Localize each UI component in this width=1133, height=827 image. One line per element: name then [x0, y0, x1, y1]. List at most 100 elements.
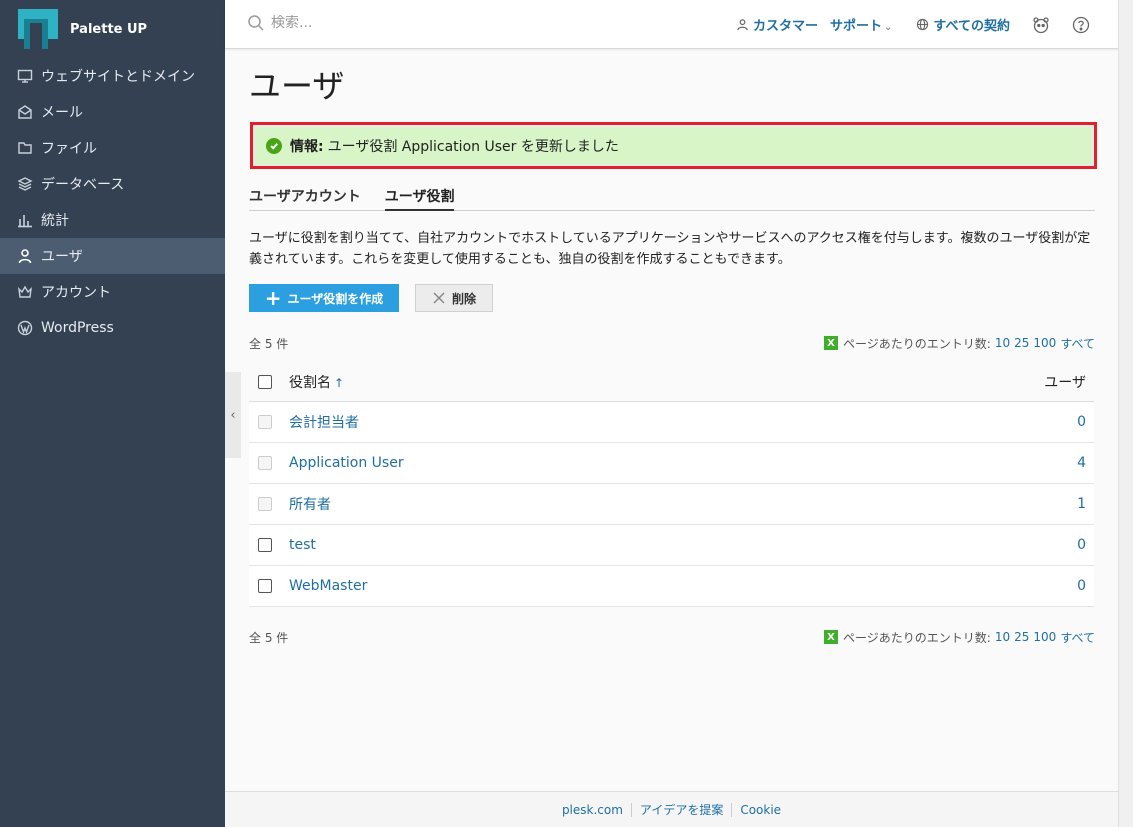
- per-page-option[interactable]: 100: [1033, 630, 1056, 644]
- footer-link-ideas[interactable]: アイデアを提案: [632, 801, 731, 818]
- database-icon: [17, 176, 33, 192]
- user-count-link[interactable]: 0: [1077, 537, 1086, 553]
- delete-label: 削除: [451, 291, 476, 306]
- row-checkbox: [258, 497, 272, 511]
- info-message-label: 情報:: [290, 138, 324, 155]
- role-link[interactable]: 会計担当者: [289, 415, 359, 431]
- per-page-option[interactable]: 10: [995, 336, 1010, 350]
- create-role-label: ユーザ役割を作成: [287, 291, 384, 306]
- search: [247, 14, 471, 32]
- sidebar-item-label: メール: [41, 105, 83, 121]
- sidebar-item-label: データベース: [41, 177, 125, 193]
- table-row: 所有者 1: [249, 484, 1094, 525]
- select-all-checkbox[interactable]: [258, 374, 272, 389]
- sidebar-item-label: ユーザ: [41, 249, 83, 265]
- user-count-link[interactable]: 0: [1077, 414, 1086, 430]
- row-checkbox: [258, 456, 272, 470]
- sidebar-item-files[interactable]: ファイル: [0, 130, 225, 166]
- description: ユーザに役割を割り当てて、自社アカウントでホストしているアプリケーションやサービ…: [249, 231, 1091, 267]
- sidebar-item-label: WordPress: [41, 320, 114, 336]
- user-count-link[interactable]: 0: [1077, 578, 1086, 594]
- sidebar-item-wordpress[interactable]: WordPress: [0, 310, 225, 346]
- help-icon[interactable]: [1072, 16, 1090, 34]
- create-role-button[interactable]: + ユーザ役割を作成: [249, 284, 399, 312]
- sidebar-item-label: ウェブサイトとドメイン: [41, 69, 195, 85]
- per-page-option[interactable]: 10: [995, 630, 1010, 644]
- footer-link-cookie[interactable]: Cookie: [732, 803, 789, 817]
- per-page-option[interactable]: 25: [1014, 336, 1029, 350]
- per-page-label: ページあたりのエントリ数:: [843, 630, 991, 645]
- sidebar-collapse-button[interactable]: ‹: [225, 372, 241, 458]
- tabs: ユーザアカウント ユーザ役割: [249, 186, 1095, 211]
- topbar: カスタマー サポート⌄ すべての契約: [225, 0, 1118, 49]
- plus-icon: +: [264, 286, 282, 310]
- table-row: Application User 4: [249, 443, 1094, 484]
- customer-menu[interactable]: カスタマー: [736, 15, 818, 34]
- role-link[interactable]: WebMaster: [289, 578, 367, 594]
- check-circle-icon: [266, 137, 282, 154]
- search-icon: [248, 15, 264, 31]
- delete-button[interactable]: 削除: [415, 284, 493, 312]
- main-content: ユーザ 情報: ユーザ役割 Application User を更新しました ユ…: [249, 49, 1097, 647]
- support-label: サポート: [830, 19, 883, 34]
- export-excel-icon[interactable]: X: [824, 630, 839, 644]
- tab-user-accounts[interactable]: ユーザアカウント: [249, 186, 361, 211]
- search-input[interactable]: [271, 15, 471, 31]
- footer-link-plesk[interactable]: plesk.com: [554, 803, 631, 817]
- info-message: 情報: ユーザ役割 Application User を更新しました: [250, 122, 1097, 169]
- role-link[interactable]: test: [289, 537, 316, 553]
- user-count-link[interactable]: 4: [1077, 455, 1086, 471]
- list-meta-bottom: 全 5 件 X ページあたりのエントリ数: 10 25 100 すべて: [249, 627, 1095, 647]
- customer-label: カスタマー: [753, 19, 819, 34]
- scrollbar[interactable]: [1118, 0, 1133, 827]
- globe-icon: [917, 18, 929, 31]
- subscriptions-label: すべての契約: [933, 19, 1010, 34]
- per-page-option[interactable]: 100: [1033, 336, 1056, 350]
- chart-icon: [17, 212, 33, 228]
- person-icon: [737, 19, 748, 31]
- table-row: test 0: [249, 525, 1094, 566]
- sidebar-item-label: アカウント: [41, 285, 111, 301]
- subscriptions-menu[interactable]: すべての契約: [916, 15, 1010, 34]
- user-count-link[interactable]: 1: [1077, 496, 1086, 512]
- list-meta-top: 全 5 件 X ページあたりのエントリ数: 10 25 100 すべて: [249, 333, 1095, 353]
- total-count: 全 5 件: [249, 336, 289, 351]
- info-message-text: ユーザ役割 Application User を更新しました: [327, 138, 619, 155]
- sidebar-item-mail[interactable]: メール: [0, 94, 225, 130]
- sidebar-item-account[interactable]: アカウント: [0, 274, 225, 310]
- sidebar-item-users[interactable]: ユーザ: [0, 238, 225, 274]
- total-count: 全 5 件: [249, 630, 289, 645]
- sidebar-item-label: 統計: [41, 213, 69, 229]
- brand-name: Palette UP: [70, 21, 148, 37]
- profile-avatar-icon[interactable]: [1032, 16, 1050, 34]
- column-header-users[interactable]: ユーザ: [1014, 372, 1094, 392]
- sort-asc-icon: ↑: [334, 375, 345, 390]
- sidebar-item-statistics[interactable]: 統計: [0, 202, 225, 238]
- chevron-left-icon: ‹: [230, 407, 236, 423]
- per-page-option[interactable]: すべて: [1060, 335, 1095, 352]
- top-actions: カスタマー サポート ⌄ すべての契約: [724, 15, 1090, 34]
- folder-icon: [17, 140, 33, 156]
- role-link[interactable]: 所有者: [289, 497, 331, 513]
- toolbar: + ユーザ役割を作成 削除: [249, 284, 1095, 312]
- sidebar-item-label: ファイル: [41, 141, 97, 157]
- per-page-option[interactable]: 25: [1014, 630, 1029, 644]
- per-page-option[interactable]: すべて: [1060, 629, 1095, 646]
- brand[interactable]: Palette UP: [0, 0, 225, 58]
- support-menu[interactable]: サポート ⌄: [830, 15, 892, 34]
- monitor-icon: [17, 68, 33, 84]
- column-header-name[interactable]: 役割名 ↑: [289, 372, 1014, 392]
- sidebar-item-databases[interactable]: データベース: [0, 166, 225, 202]
- table-row: WebMaster 0: [249, 566, 1094, 607]
- sidebar-nav: ウェブサイトとドメイン メール ファイル データベース 統計 ユーザ アカウント: [0, 58, 225, 346]
- table-row: 会計担当者 0: [249, 402, 1094, 443]
- export-excel-icon[interactable]: X: [824, 336, 839, 350]
- brand-logo: [18, 9, 58, 49]
- row-checkbox[interactable]: [258, 579, 272, 593]
- sidebar-item-websites[interactable]: ウェブサイトとドメイン: [0, 58, 225, 94]
- per-page-label: ページあたりのエントリ数:: [843, 336, 991, 351]
- row-checkbox[interactable]: [258, 538, 272, 552]
- tab-user-roles[interactable]: ユーザ役割: [384, 186, 455, 211]
- role-link[interactable]: Application User: [289, 455, 404, 471]
- info-message-body: 情報: ユーザ役割 Application User を更新しました: [255, 127, 1092, 164]
